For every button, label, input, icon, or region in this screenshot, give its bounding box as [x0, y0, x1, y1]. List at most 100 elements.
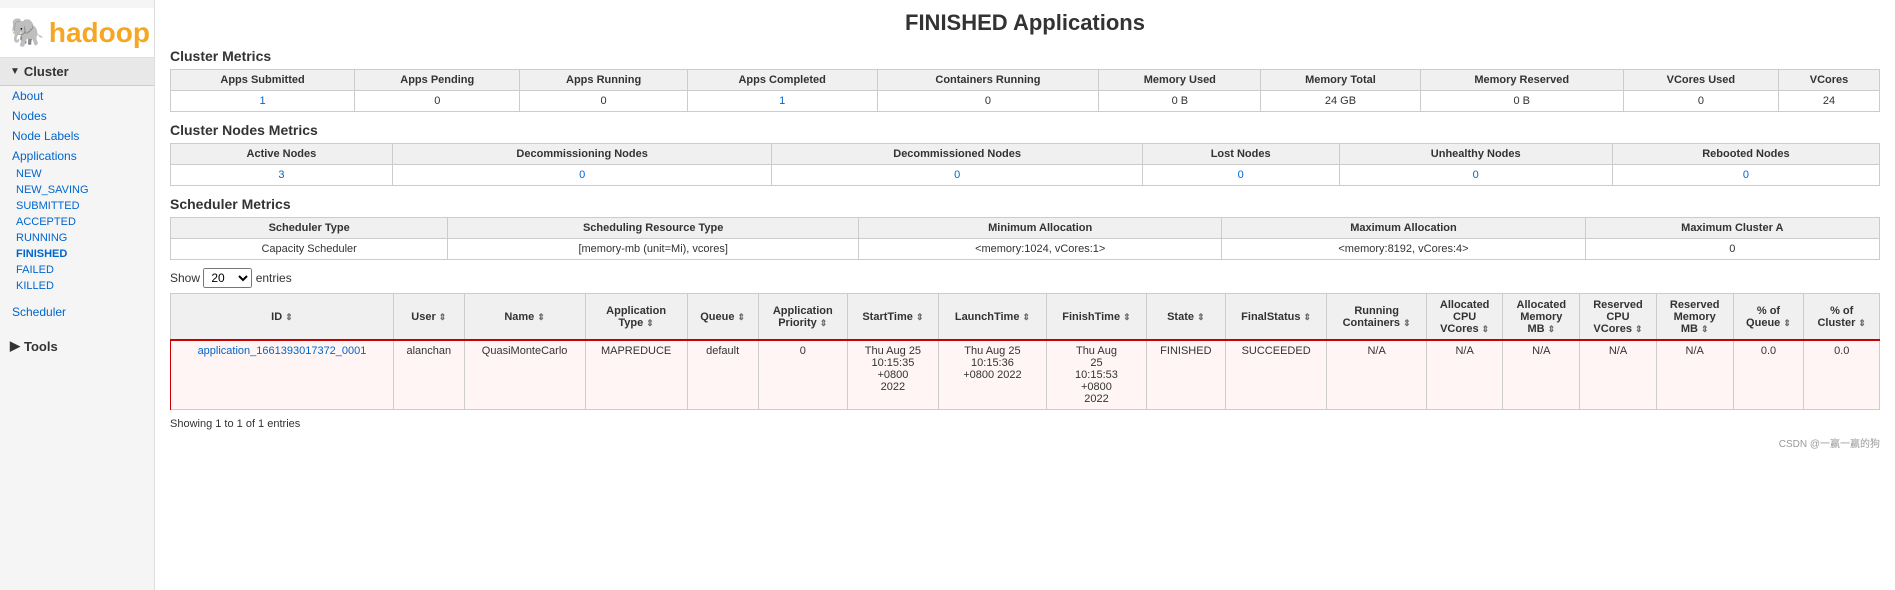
cell-pct-queue: 0.0: [1733, 341, 1804, 410]
val-scheduling-resource-type: [memory-mb (unit=Mi), vcores]: [448, 239, 859, 260]
decommissioning-link[interactable]: 0: [579, 169, 585, 181]
cluster-nodes-metrics-title: Cluster Nodes Metrics: [170, 122, 1880, 138]
sidebar-item-submitted[interactable]: SUBMITTED: [0, 198, 154, 214]
cluster-section-header[interactable]: ▼ Cluster: [0, 58, 154, 86]
show-entries-control: Show 10 20 25 50 100 entries: [170, 268, 1880, 288]
th-running-containers[interactable]: RunningContainers ⇕: [1327, 294, 1426, 341]
th-reserved-memory[interactable]: ReservedMemoryMB ⇕: [1656, 294, 1733, 341]
th-alloc-memory[interactable]: AllocatedMemoryMB ⇕: [1503, 294, 1580, 341]
cell-alloc-memory: N/A: [1503, 341, 1580, 410]
col-maximum-allocation: Maximum Allocation: [1222, 218, 1585, 239]
col-scheduler-type: Scheduler Type: [171, 218, 448, 239]
th-launch-time[interactable]: LaunchTime ⇕: [938, 294, 1046, 341]
th-pct-queue[interactable]: % ofQueue ⇕: [1733, 294, 1804, 341]
sidebar-item-applications[interactable]: Applications: [0, 146, 154, 166]
cell-id: application_1661393017372_0001: [171, 341, 394, 410]
elephant-icon: 🐘: [10, 16, 45, 49]
val-containers-running: 0: [877, 91, 1099, 112]
page-title: FINISHED Applications: [170, 10, 1880, 36]
sort-queue-icon: ⇕: [738, 312, 746, 322]
th-state[interactable]: State ⇕: [1146, 294, 1225, 341]
sidebar-item-killed[interactable]: KILLED: [0, 278, 154, 294]
watermark-text: CSDN @一赢一赢的狗: [170, 435, 1880, 450]
col-decommissioned-nodes: Decommissioned Nodes: [772, 144, 1142, 165]
sort-acpu-icon: ⇕: [1482, 324, 1490, 334]
th-pct-cluster[interactable]: % ofCluster ⇕: [1804, 294, 1880, 341]
sidebar-item-accepted[interactable]: ACCEPTED: [0, 214, 154, 230]
apps-completed-link[interactable]: 1: [779, 95, 785, 107]
unhealthy-link[interactable]: 0: [1473, 169, 1479, 181]
sort-pq-icon: ⇕: [1783, 318, 1791, 328]
sort-final-icon: ⇕: [1304, 312, 1312, 322]
th-reserved-cpu[interactable]: ReservedCPUVCores ⇕: [1580, 294, 1657, 341]
cell-finish-time: Thu Aug2510:15:53+08002022: [1047, 341, 1147, 410]
col-memory-used: Memory Used: [1099, 70, 1261, 91]
table-row: application_1661393017372_0001 alanchan …: [171, 341, 1880, 410]
applications-table: ID ⇕ User ⇕ Name ⇕ ApplicationType ⇕ Que…: [170, 293, 1880, 410]
th-app-type[interactable]: ApplicationType ⇕: [585, 294, 687, 341]
decommissioned-link[interactable]: 0: [954, 169, 960, 181]
entries-suffix: entries: [256, 271, 292, 285]
lost-link[interactable]: 0: [1238, 169, 1244, 181]
th-finish-time[interactable]: FinishTime ⇕: [1047, 294, 1147, 341]
th-start-time[interactable]: StartTime ⇕: [847, 294, 938, 341]
val-memory-total: 24 GB: [1261, 91, 1420, 112]
sidebar-item-nodes[interactable]: Nodes: [0, 106, 154, 126]
cluster-arrow-icon: ▼: [10, 66, 20, 77]
val-lost-nodes: 0: [1142, 165, 1339, 186]
main-content: FINISHED Applications Cluster Metrics Ap…: [155, 0, 1895, 590]
col-maximum-cluster: Maximum Cluster A: [1585, 218, 1879, 239]
val-maximum-allocation: <memory:8192, vCores:4>: [1222, 239, 1585, 260]
sidebar-item-new[interactable]: NEW: [0, 166, 154, 182]
sort-finish-icon: ⇕: [1123, 312, 1131, 322]
val-maximum-cluster: 0: [1585, 239, 1879, 260]
th-final-status[interactable]: FinalStatus ⇕: [1225, 294, 1327, 341]
tools-section-header[interactable]: ▶ Tools: [0, 332, 154, 360]
sidebar-item-about[interactable]: About: [0, 86, 154, 106]
cluster-nodes-metrics-table: Active Nodes Decommissioning Nodes Decom…: [170, 143, 1880, 186]
cluster-items: About Nodes Node Labels Applications: [0, 86, 154, 166]
entries-select[interactable]: 10 20 25 50 100: [203, 268, 252, 288]
th-user[interactable]: User ⇕: [393, 294, 464, 341]
cluster-metrics-table: Apps Submitted Apps Pending Apps Running…: [170, 69, 1880, 112]
val-memory-reserved: 0 B: [1420, 91, 1623, 112]
sidebar-item-failed[interactable]: FAILED: [0, 262, 154, 278]
val-decommissioning-nodes: 0: [392, 165, 772, 186]
col-memory-reserved: Memory Reserved: [1420, 70, 1623, 91]
hadoop-logo: 🐘 hadoop: [10, 16, 150, 49]
sort-name-icon: ⇕: [537, 312, 545, 322]
cell-reserved-memory: N/A: [1656, 341, 1733, 410]
show-label: Show: [170, 271, 203, 285]
sidebar-item-running[interactable]: RUNNING: [0, 230, 154, 246]
th-id[interactable]: ID ⇕: [171, 294, 394, 341]
cell-alloc-cpu: N/A: [1426, 341, 1503, 410]
active-nodes-link[interactable]: 3: [278, 169, 284, 181]
app-id-link[interactable]: application_1661393017372_0001: [198, 345, 367, 357]
val-rebooted-nodes: 0: [1612, 165, 1879, 186]
sidebar-item-node-labels[interactable]: Node Labels: [0, 126, 154, 146]
col-active-nodes: Active Nodes: [171, 144, 393, 165]
rebooted-link[interactable]: 0: [1743, 169, 1749, 181]
scheduler-metrics-table: Scheduler Type Scheduling Resource Type …: [170, 217, 1880, 260]
cell-queue: default: [687, 341, 758, 410]
sidebar-item-finished[interactable]: FINISHED: [0, 246, 154, 262]
th-alloc-cpu[interactable]: AllocatedCPUVCores ⇕: [1426, 294, 1503, 341]
sidebar-item-new-saving[interactable]: NEW_SAVING: [0, 182, 154, 198]
sort-rc-icon: ⇕: [1403, 318, 1411, 328]
cluster-metrics-title: Cluster Metrics: [170, 48, 1880, 64]
apps-submitted-link[interactable]: 1: [260, 95, 266, 107]
val-apps-submitted: 1: [171, 91, 355, 112]
th-queue[interactable]: Queue ⇕: [687, 294, 758, 341]
th-priority[interactable]: ApplicationPriority ⇕: [758, 294, 847, 341]
cell-app-type: MAPREDUCE: [585, 341, 687, 410]
cell-final-status: SUCCEEDED: [1225, 341, 1327, 410]
th-name[interactable]: Name ⇕: [464, 294, 585, 341]
val-unhealthy-nodes: 0: [1339, 165, 1612, 186]
tools-arrow-icon: ▶: [10, 338, 20, 354]
col-apps-completed: Apps Completed: [687, 70, 877, 91]
sidebar-item-scheduler[interactable]: Scheduler: [0, 302, 154, 322]
col-lost-nodes: Lost Nodes: [1142, 144, 1339, 165]
app-sub-items: NEW NEW_SAVING SUBMITTED ACCEPTED RUNNIN…: [0, 166, 154, 294]
col-rebooted-nodes: Rebooted Nodes: [1612, 144, 1879, 165]
col-containers-running: Containers Running: [877, 70, 1099, 91]
